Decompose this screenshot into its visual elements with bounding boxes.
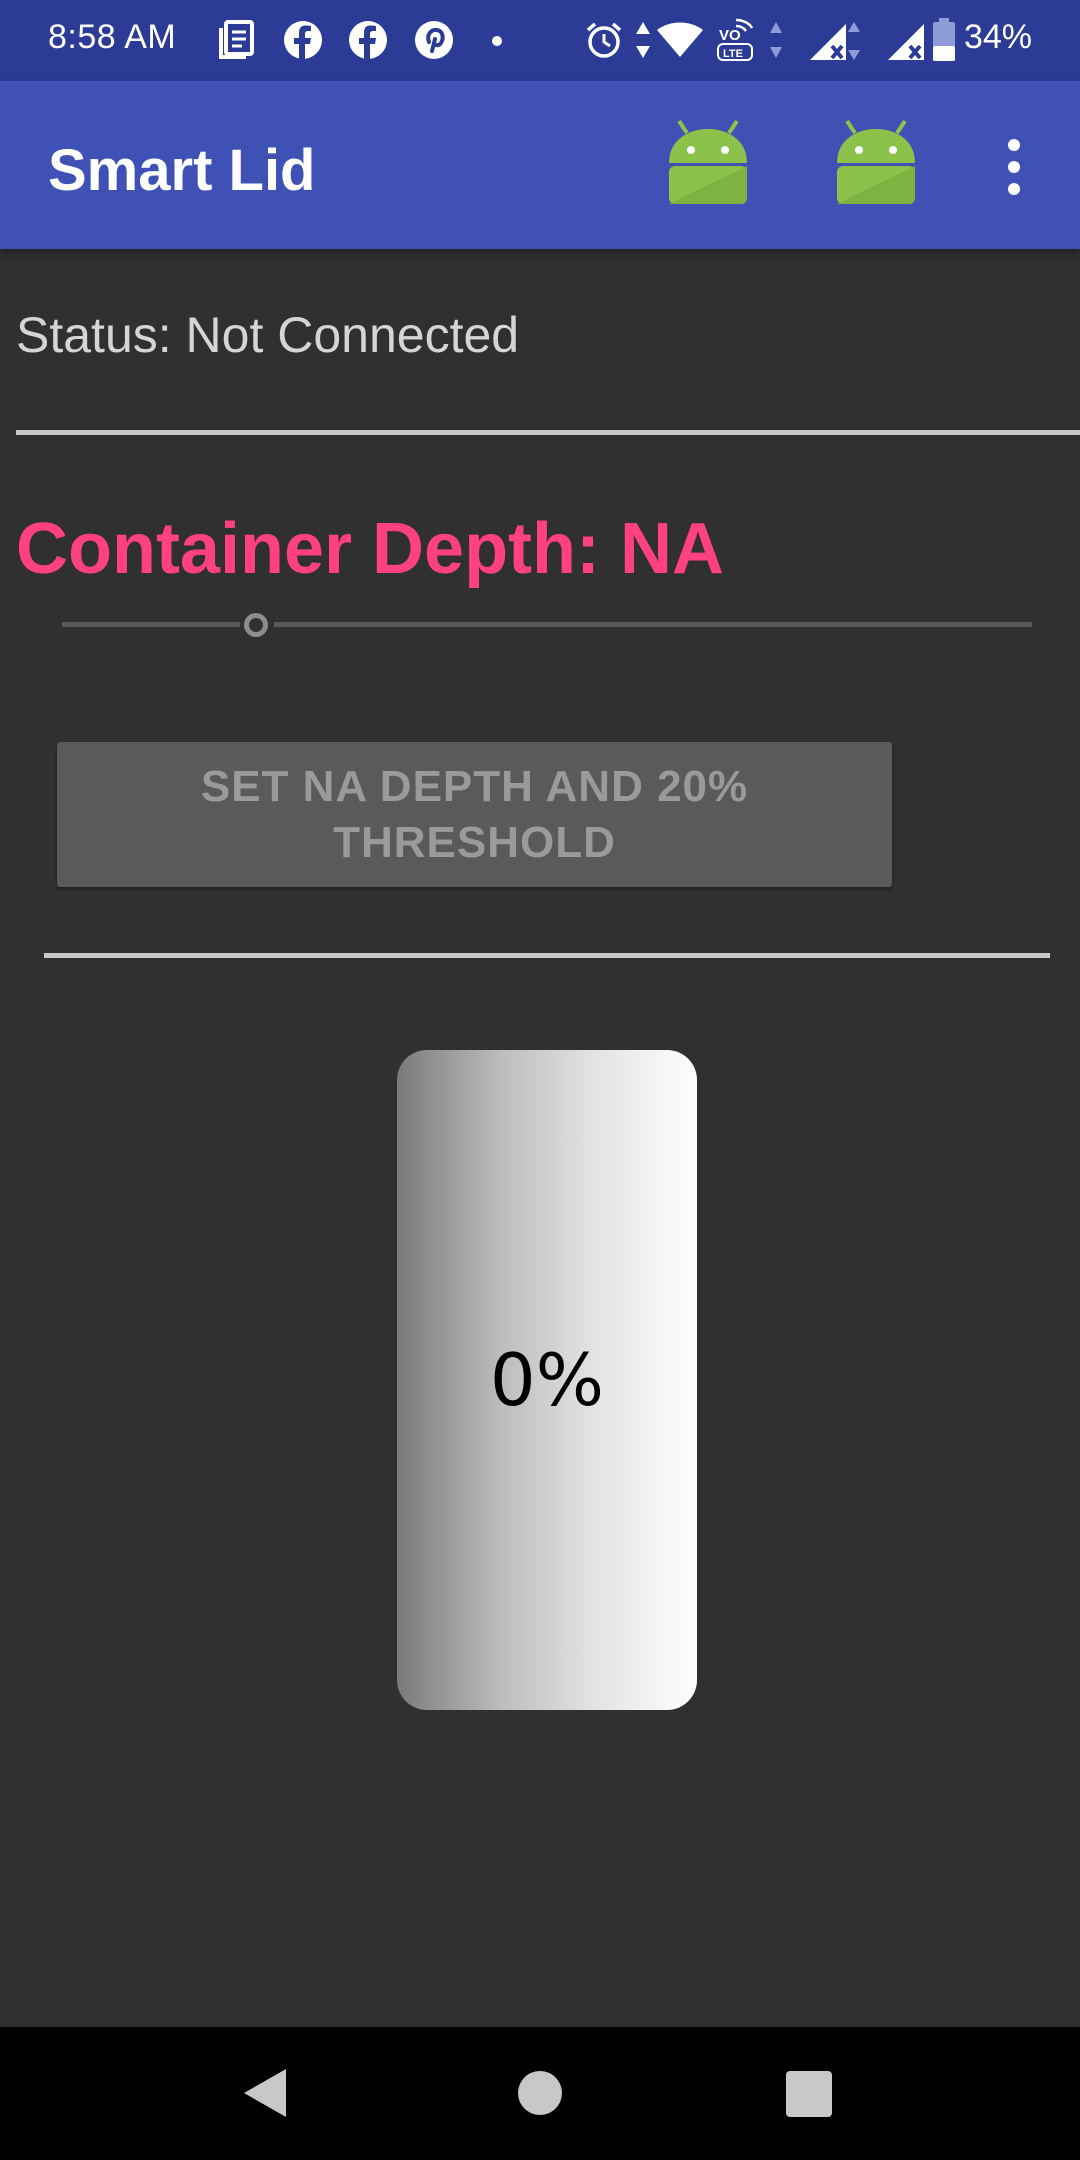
home-icon[interactable] bbox=[518, 2071, 562, 2115]
status-bar: 8:58 AM VO LTE 34% bbox=[0, 0, 1080, 81]
pinterest-icon bbox=[414, 20, 454, 65]
app-title: Smart Lid bbox=[48, 138, 316, 203]
battery-percent: 34% bbox=[963, 18, 1032, 56]
signal-icon bbox=[808, 20, 864, 67]
news-icon bbox=[218, 20, 256, 65]
connection-status: Status: Not Connected bbox=[16, 307, 520, 363]
fill-level-percent: 0% bbox=[489, 1338, 605, 1422]
signal-icon bbox=[886, 20, 926, 67]
screen: 8:58 AM VO LTE 34% Smart Lid Status: Not… bbox=[0, 0, 1080, 2160]
depth-slider-track[interactable] bbox=[274, 622, 1032, 627]
svg-text:LTE: LTE bbox=[723, 48, 743, 60]
divider bbox=[16, 430, 1080, 435]
fill-level-indicator: 0% bbox=[397, 1050, 697, 1710]
depth-slider-thumb[interactable] bbox=[244, 613, 268, 637]
volte-icon: VO LTE bbox=[716, 16, 756, 69]
android-icon[interactable] bbox=[835, 119, 917, 205]
back-icon[interactable] bbox=[244, 2069, 286, 2117]
svg-text:VO: VO bbox=[719, 27, 741, 44]
recents-icon[interactable] bbox=[786, 2071, 832, 2117]
alarm-icon bbox=[584, 20, 624, 65]
wifi-icon bbox=[656, 22, 704, 63]
facebook-icon bbox=[283, 20, 323, 65]
status-time: 8:58 AM bbox=[48, 18, 177, 56]
set-depth-threshold-button[interactable]: SET NA DEPTH AND 20% THRESHOLD bbox=[57, 742, 892, 887]
overflow-menu-icon[interactable] bbox=[990, 139, 1038, 209]
data-arrows-icon bbox=[768, 20, 784, 65]
container-depth-label: Container Depth: NA bbox=[16, 509, 724, 589]
android-icon[interactable] bbox=[667, 119, 749, 205]
data-arrows-icon bbox=[634, 20, 652, 65]
battery-icon bbox=[932, 18, 956, 67]
notification-dot-icon bbox=[491, 34, 503, 52]
navigation-bar bbox=[0, 2027, 1080, 2160]
divider bbox=[44, 953, 1050, 958]
depth-slider-track[interactable] bbox=[62, 622, 240, 627]
facebook-icon bbox=[348, 20, 388, 65]
app-bar: Smart Lid bbox=[0, 81, 1080, 249]
